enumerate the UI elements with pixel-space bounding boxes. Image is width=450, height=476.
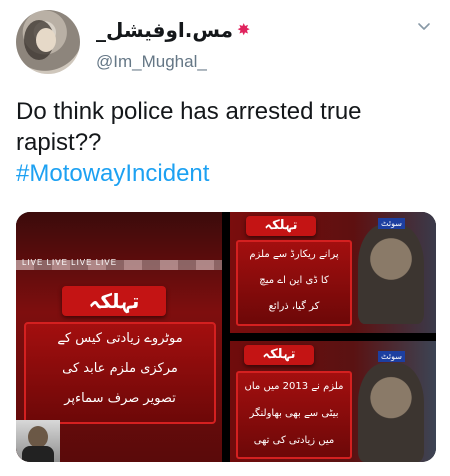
- user-handle[interactable]: @Im_Mughal_: [96, 52, 207, 72]
- caption-line: کر گیا، ذرائع: [268, 301, 320, 312]
- channel-logo: سوئٹ: [378, 218, 405, 229]
- channel-logo: سوئٹ: [378, 351, 405, 362]
- media-image-1[interactable]: LIVE LIVE LIVE LIVE تہلکہ موٹروے زیادتی …: [16, 212, 222, 462]
- tweet-body: Do think police has arrested true rapist…: [16, 98, 362, 156]
- caption-line: موٹروے زیادتی کیس کے: [57, 331, 183, 346]
- banner-label: تہلکہ: [244, 345, 314, 365]
- media-image-2[interactable]: سوئٹ تہلکہ پرانے ریکارڈ سے ملزم کا ڈی ای…: [230, 212, 436, 333]
- name-row[interactable]: مس.اوفیشل_ ✸: [96, 18, 250, 42]
- banner-label: تہلکہ: [246, 216, 316, 236]
- media-grid[interactable]: LIVE LIVE LIVE LIVE تہلکہ موٹروے زیادتی …: [16, 212, 436, 462]
- tweet-text: Do think police has arrested true rapist…: [16, 96, 436, 189]
- caption-panel: ملزم نے 2013 میں ماں بیٹی سے بھی بھاولنگ…: [236, 371, 352, 459]
- caption-panel: موٹروے زیادتی کیس کے مرکزی ملزم عابد کی …: [24, 322, 216, 424]
- suspect-face: [358, 224, 424, 324]
- caption-line: تصویر صرف سماءپر: [64, 391, 176, 406]
- presenter-photo: [16, 420, 60, 462]
- suspect-face: [358, 363, 424, 462]
- caption-line: پرانے ریکارڈ سے ملزم: [249, 249, 339, 260]
- hashtag-link[interactable]: #MotowayIncident: [16, 158, 436, 189]
- spark-burst-icon: ✸: [237, 22, 251, 39]
- chevron-down-icon[interactable]: [416, 18, 432, 34]
- ticker-text: LIVE LIVE LIVE LIVE: [22, 258, 118, 267]
- avatar[interactable]: [16, 10, 80, 74]
- caption-line: کا ڈی این اے میچ: [259, 275, 329, 286]
- avatar-face: [36, 28, 56, 52]
- caption-line: ملزم نے 2013 میں ماں: [244, 381, 344, 392]
- tweet-header: مس.اوفیشل_ ✸ @Im_Mughal_: [16, 10, 436, 74]
- caption-panel: پرانے ریکارڈ سے ملزم کا ڈی این اے میچ کر…: [236, 240, 352, 326]
- caption-line: مرکزی ملزم عابد کی: [62, 361, 178, 376]
- media-image-3[interactable]: سوئٹ تہلکہ ملزم نے 2013 میں ماں بیٹی سے …: [230, 341, 436, 462]
- display-name[interactable]: مس.اوفیشل_: [96, 18, 233, 42]
- caption-line: میں زیادتی کی تھی: [253, 435, 335, 446]
- banner-label: تہلکہ: [62, 286, 166, 316]
- caption-line: بیٹی سے بھی بھاولنگر: [249, 408, 339, 419]
